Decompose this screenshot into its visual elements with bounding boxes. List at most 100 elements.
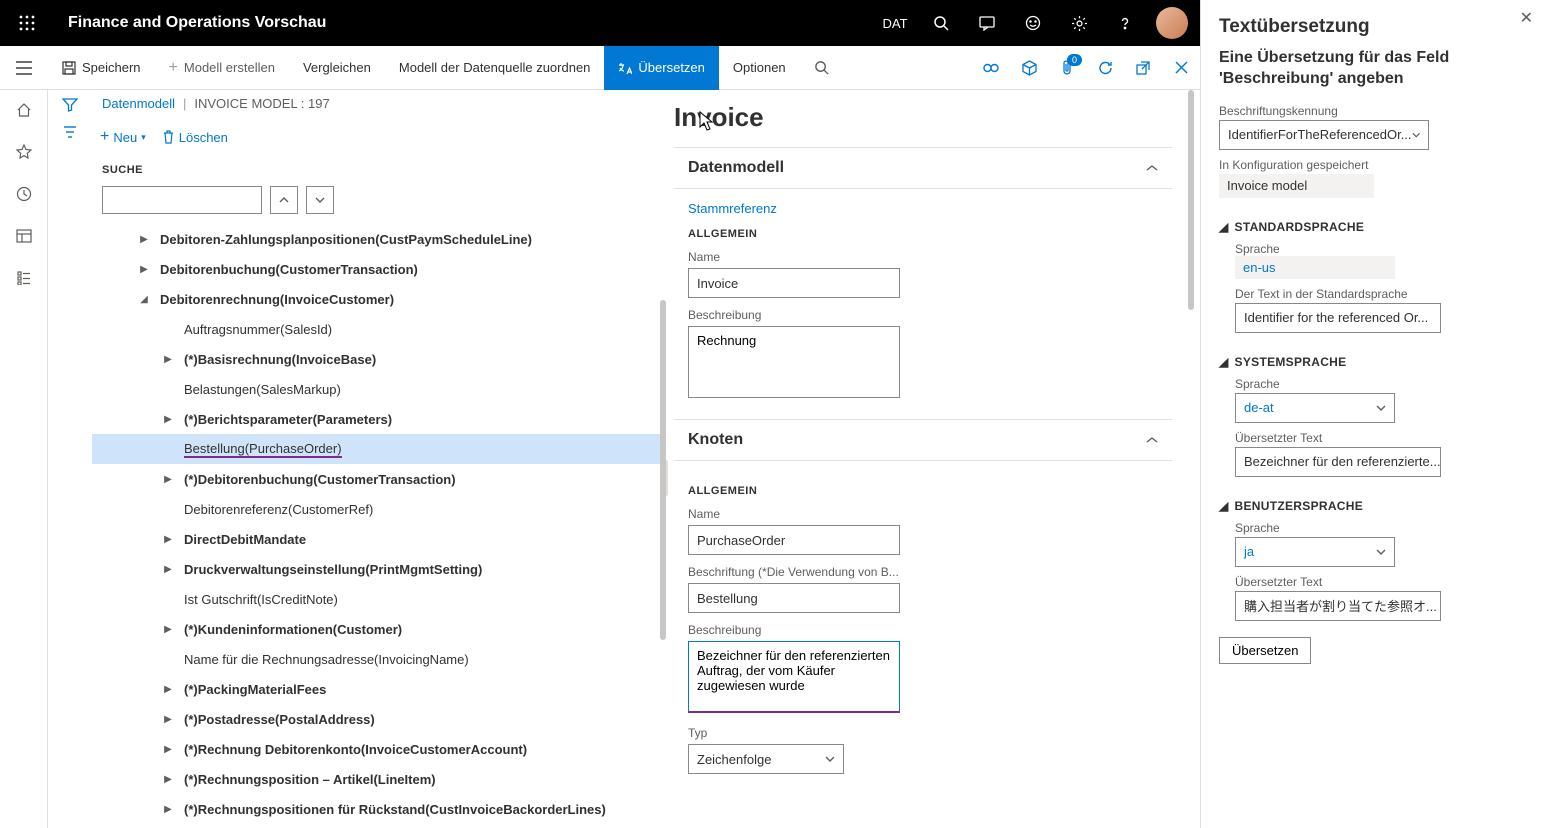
tree-node[interactable]: Auftragsnummer(SalesId) bbox=[92, 314, 666, 344]
tree-node[interactable]: ▶(*)Kundeninformationen(Customer) bbox=[92, 614, 666, 644]
translate-action-button[interactable]: Übersetzen bbox=[1219, 637, 1311, 664]
search-icon[interactable] bbox=[918, 0, 964, 46]
star-icon[interactable] bbox=[14, 142, 34, 162]
tree-chevron-icon[interactable]: ▶ bbox=[162, 624, 174, 635]
tree-chevron-icon[interactable]: ▶ bbox=[162, 684, 174, 695]
sys-text-input[interactable]: Bezeichner für den referenzierte... bbox=[1235, 447, 1441, 477]
create-model-button[interactable]: + Modell erstellen bbox=[155, 46, 289, 90]
usr-lang-select[interactable]: ja bbox=[1235, 537, 1395, 567]
tree-node[interactable]: ▶(*)PackingMaterialFees bbox=[92, 674, 666, 704]
tree-node[interactable]: Bestellung(PurchaseOrder) bbox=[92, 434, 666, 464]
infinity-icon[interactable] bbox=[972, 46, 1010, 90]
attachment-icon[interactable]: 0 bbox=[1048, 46, 1086, 90]
hamburger-icon[interactable] bbox=[0, 61, 48, 75]
search-prev-button[interactable] bbox=[270, 186, 298, 214]
search-command-icon[interactable] bbox=[800, 46, 843, 90]
new-button[interactable]: +Neu▾ bbox=[100, 128, 146, 146]
std-lang-value[interactable]: en-us bbox=[1235, 256, 1284, 279]
tree-node[interactable]: ▶(*)Rechnung Debitorenkonto(InvoiceCusto… bbox=[92, 734, 666, 764]
recent-icon[interactable] bbox=[14, 184, 34, 204]
list-icon[interactable] bbox=[62, 126, 78, 138]
sys-lang-select[interactable]: de-at bbox=[1235, 393, 1395, 423]
refresh-icon[interactable] bbox=[1086, 46, 1124, 90]
delete-button[interactable]: Löschen bbox=[162, 130, 228, 145]
modules-icon[interactable] bbox=[14, 268, 34, 288]
node-desc-input[interactable] bbox=[688, 641, 900, 713]
cube-icon[interactable] bbox=[1010, 46, 1048, 90]
node-name-input[interactable]: PurchaseOrder bbox=[688, 525, 900, 555]
tree-node[interactable]: Ist Gutschrift(IsCreditNote) bbox=[92, 584, 666, 614]
left-nav-rail bbox=[0, 90, 48, 828]
tree-node[interactable]: ▶(*)Berichtsparameter(Parameters) bbox=[92, 404, 666, 434]
chat-icon[interactable] bbox=[964, 0, 1010, 46]
tree-node[interactable]: Belastungen(SalesMarkup) bbox=[92, 374, 666, 404]
section-node-header[interactable]: Knoten bbox=[674, 419, 1172, 461]
tree-node[interactable]: Debitorenreferenz(CustomerRef) bbox=[92, 494, 666, 524]
tree-chevron-icon[interactable]: ▶ bbox=[162, 804, 174, 815]
tree-node[interactable]: ▶Debitorenbuchung(CustomerTransaction) bbox=[92, 254, 666, 284]
tree-chevron-icon[interactable]: ▶ bbox=[138, 264, 150, 275]
tree-node[interactable]: ▶ (*)Postadresse(PostalAddress) bbox=[92, 704, 666, 734]
tree-chevron-icon[interactable]: ▶ bbox=[138, 234, 150, 245]
tree-chevron-icon[interactable]: ▶ bbox=[162, 474, 174, 485]
tree-node[interactable]: ▶(*)Rechnungsposition – Artikel(LineItem… bbox=[92, 764, 666, 794]
compare-button[interactable]: Vergleichen bbox=[289, 46, 385, 90]
tree-chevron-icon[interactable]: ▶ bbox=[162, 564, 174, 575]
breadcrumb-link[interactable]: Datenmodell bbox=[102, 96, 175, 111]
options-button[interactable]: Optionen bbox=[719, 46, 800, 90]
translate-button[interactable]: Übersetzen bbox=[604, 46, 718, 90]
tree-chevron-icon[interactable]: ▶ bbox=[162, 354, 174, 365]
tree-node[interactable]: ▶Debitoren-Zahlungsplanpositionen(CustPa… bbox=[92, 224, 666, 254]
help-icon[interactable] bbox=[1102, 0, 1148, 46]
filter-icon[interactable] bbox=[62, 98, 78, 112]
search-next-button[interactable] bbox=[306, 186, 334, 214]
smiley-icon[interactable] bbox=[1010, 0, 1056, 46]
chevron-down-icon bbox=[1376, 404, 1386, 412]
splitter-grip[interactable] bbox=[666, 460, 668, 496]
tree-chevron-icon[interactable]: ▶ bbox=[162, 714, 174, 725]
tree-node[interactable]: ▶Druckverwaltungseinstellung(PrintMgmtSe… bbox=[92, 554, 666, 584]
waffle-launcher[interactable] bbox=[4, 0, 50, 46]
company-code[interactable]: DAT bbox=[872, 0, 918, 46]
std-text-input[interactable]: Identifier for the referenced Or... bbox=[1235, 303, 1441, 333]
usr-lang-group[interactable]: ◢BENUTZERSPRACHE bbox=[1219, 499, 1527, 513]
type-select[interactable]: Zeichenfolge bbox=[688, 744, 844, 774]
tree-node[interactable]: ▶(*)Basisrechnung(InvoiceBase) bbox=[92, 344, 666, 374]
usr-text-input[interactable]: 購入担当者が割り当てた参照オ... bbox=[1235, 591, 1441, 621]
node-caption-input[interactable]: Bestellung bbox=[688, 583, 900, 613]
map-datasource-button[interactable]: Modell der Datenquelle zuordnen bbox=[385, 46, 605, 90]
popout-icon[interactable] bbox=[1124, 46, 1162, 90]
tree-node-label: (*)Rechnungspositionen für Rückstand(Cus… bbox=[184, 802, 606, 817]
usr-text-label: Übersetzter Text bbox=[1235, 575, 1527, 589]
tree-node[interactable]: ▶(*)Debitorenbuchung(CustomerTransaction… bbox=[92, 464, 666, 494]
workspace-icon[interactable] bbox=[14, 226, 34, 246]
gear-icon[interactable] bbox=[1056, 0, 1102, 46]
tree-node[interactable]: ▶DirectDebitMandate bbox=[92, 524, 666, 554]
tree-chevron-icon[interactable]: ▶ bbox=[162, 744, 174, 755]
chevron-up-icon bbox=[1146, 164, 1158, 172]
panel-title: Textübersetzung bbox=[1219, 16, 1527, 38]
name-input[interactable]: Invoice bbox=[688, 268, 900, 298]
tree-node[interactable]: Name für die Rechnungsadresse(InvoicingN… bbox=[92, 644, 666, 674]
tree-chevron-icon[interactable]: ▶ bbox=[162, 414, 174, 425]
home-icon[interactable] bbox=[14, 100, 34, 120]
search-input[interactable] bbox=[102, 186, 262, 214]
save-button[interactable]: Speichern bbox=[48, 46, 155, 90]
close-icon[interactable] bbox=[1162, 46, 1200, 90]
section-datamodel-header[interactable]: Datenmodell bbox=[674, 147, 1172, 189]
root-reference-link[interactable]: Stammreferenz bbox=[688, 201, 1158, 216]
tree-chevron-icon[interactable]: ▶ bbox=[162, 534, 174, 545]
tree-node[interactable]: ▶ (*)Rechnungspositionen für Rückstand(Cu… bbox=[92, 794, 666, 824]
std-lang-group[interactable]: ◢STANDARDSPRACHE bbox=[1219, 220, 1527, 234]
label-id-select[interactable]: IdentifierForTheReferencedOr... bbox=[1219, 120, 1429, 150]
panel-close-icon[interactable]: ✕ bbox=[1520, 8, 1533, 28]
tree-node[interactable]: ◢Debitorenrechnung(InvoiceCustomer) bbox=[92, 284, 666, 314]
details-scrollbar[interactable] bbox=[1188, 90, 1194, 310]
desc-input[interactable] bbox=[688, 326, 900, 398]
avatar[interactable] bbox=[1156, 7, 1188, 39]
tree-node-label: (*)Postadresse(PostalAddress) bbox=[184, 712, 375, 727]
tree-chevron-icon[interactable]: ▶ bbox=[162, 774, 174, 785]
breadcrumb-current: INVOICE MODEL : 197 bbox=[194, 96, 329, 111]
tree-chevron-icon[interactable]: ◢ bbox=[138, 294, 150, 305]
sys-lang-group[interactable]: ◢SYSTEMSPRACHE bbox=[1219, 355, 1527, 369]
